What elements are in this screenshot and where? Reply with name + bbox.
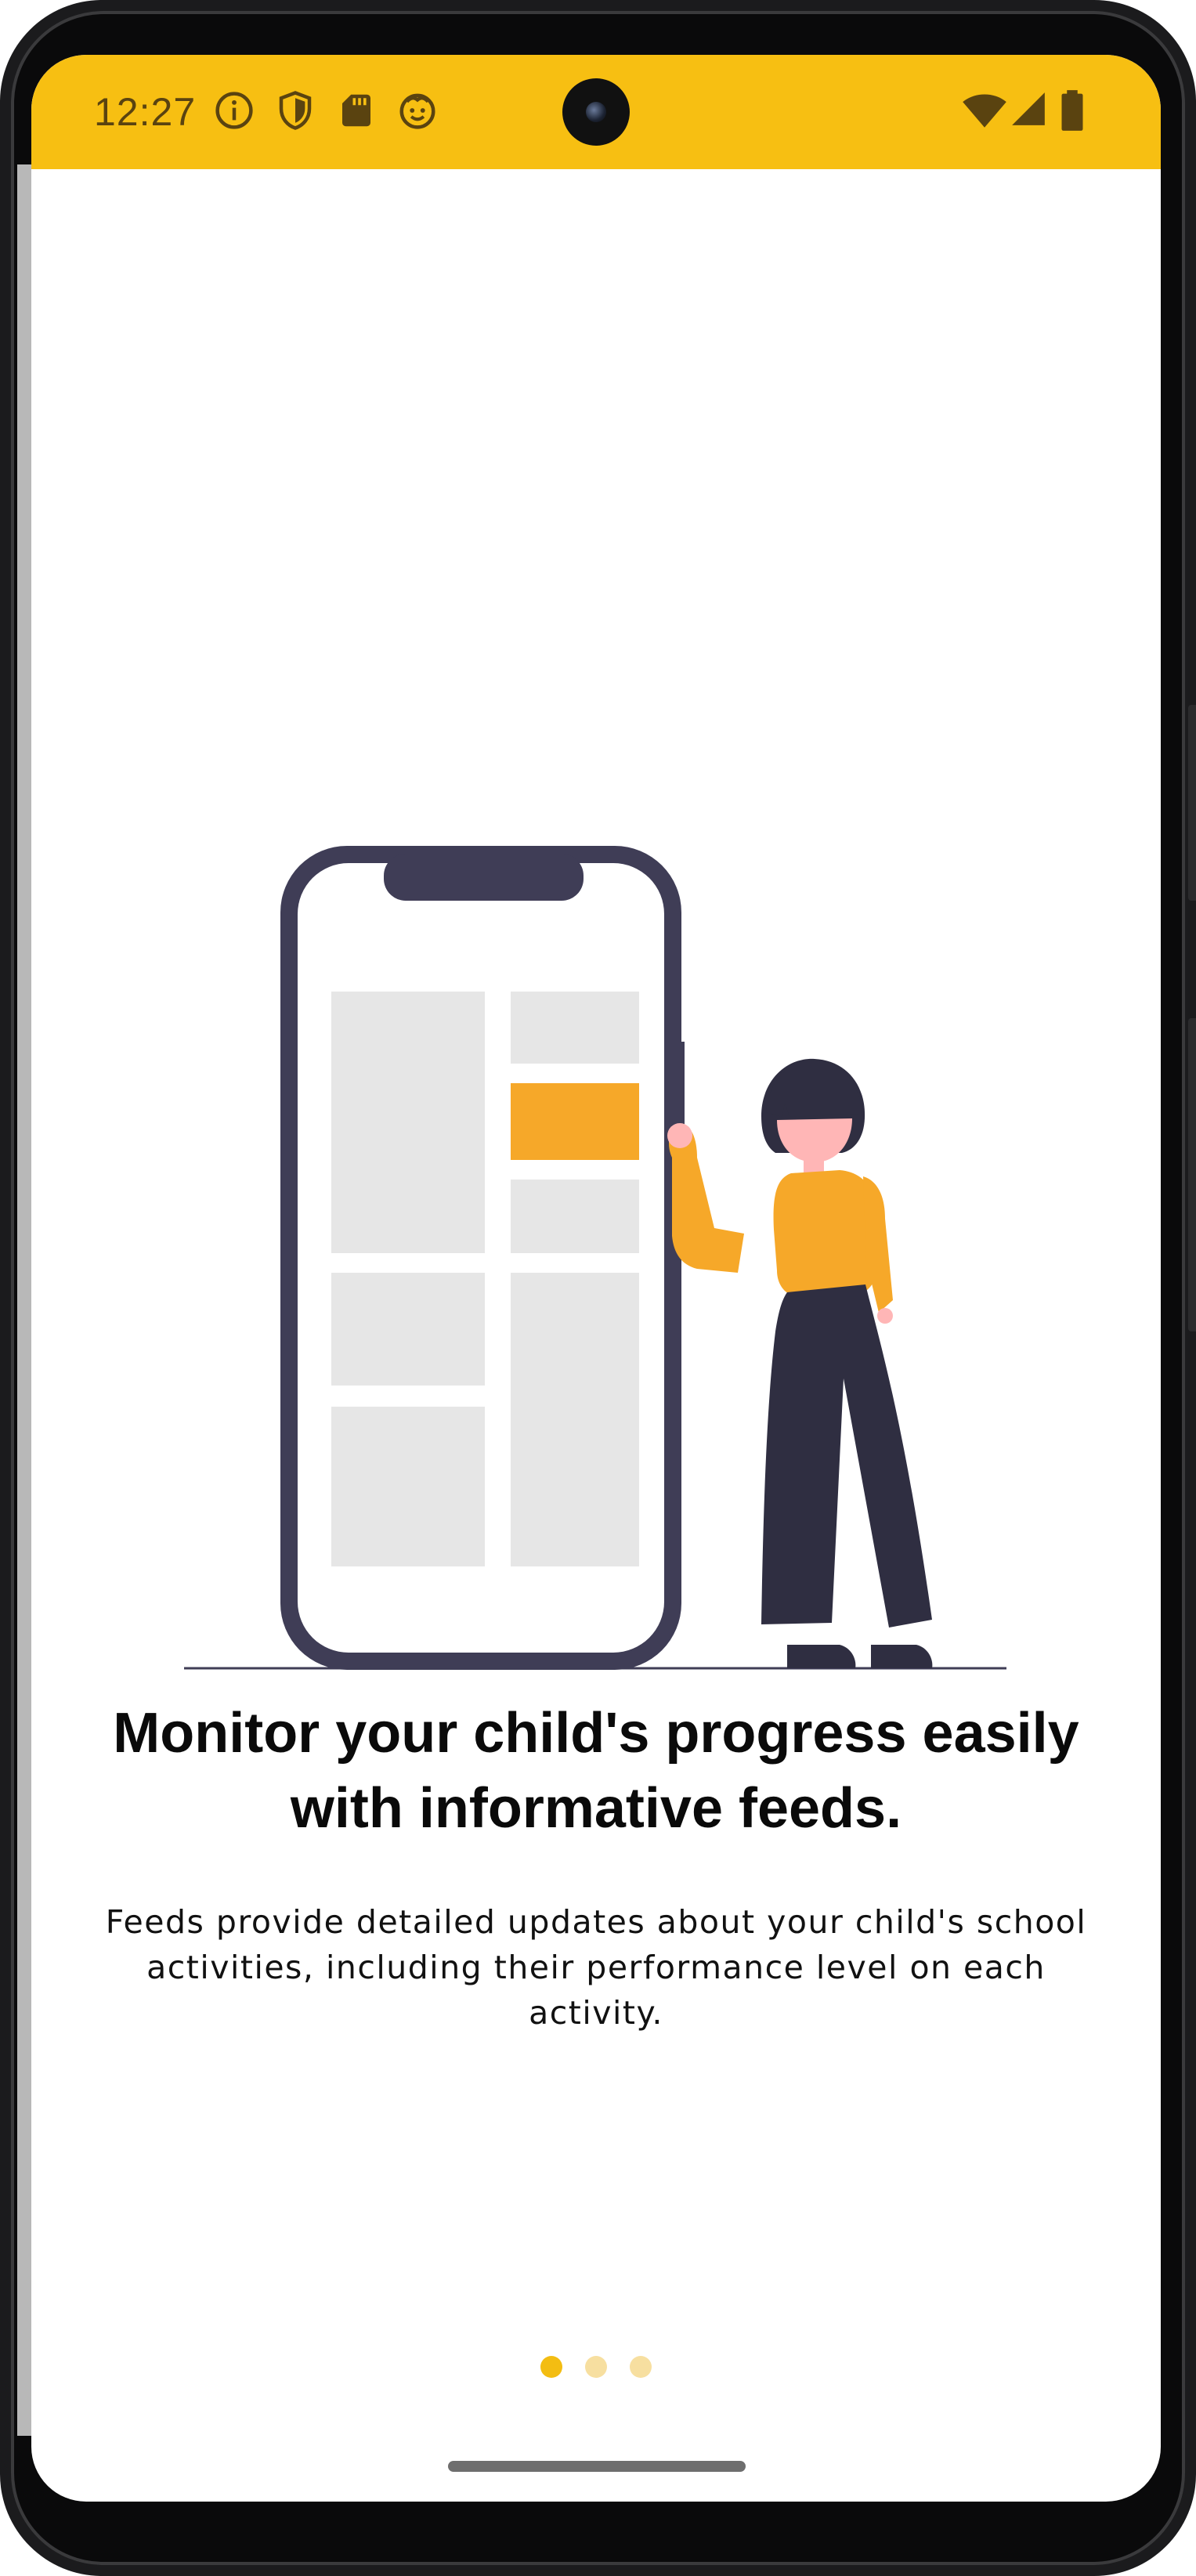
person-with-phone-illustration [184,846,1006,1670]
feed-placeholder [331,1407,485,1566]
front-camera [562,78,630,146]
app-screen: 12:27 Monitor your child's progress easi… [31,55,1161,2502]
power-button [1188,1018,1196,1331]
sd-card-icon [342,94,370,127]
shield-icon [279,91,312,130]
highlighted-feed-card [511,1083,639,1160]
feed-placeholder [511,1180,639,1253]
status-bar: 12:27 [31,55,1161,169]
bezel-edge [17,164,31,2436]
feed-placeholder [511,1273,639,1566]
page-dot-active[interactable] [540,2356,562,2378]
onboarding-title: Monitor your child's progress easily wit… [113,1702,1079,1840]
onboarding-description: Feeds provide detailed updates about you… [105,1903,1087,2032]
feed-placeholder [331,1273,485,1386]
camera-lens [586,102,606,122]
phone-device-frame: 12:27 Monitor your child's progress easi… [0,0,1196,2576]
person-figure [667,1058,933,1668]
page-dot[interactable] [630,2356,652,2378]
smiley-icon [399,93,435,129]
wifi-icon [963,94,1006,128]
feed-placeholder [511,992,639,1064]
volume-button [1188,705,1196,901]
page-dot[interactable] [585,2356,607,2378]
phone-notch [384,854,584,901]
feed-placeholder [331,992,485,1253]
info-icon [215,92,253,129]
status-time: 12:27 [94,90,197,134]
page-indicator[interactable] [31,2356,1161,2378]
cell-signal-icon [1012,92,1045,125]
home-gesture-bar[interactable] [448,2461,746,2472]
battery-icon [1061,90,1083,131]
